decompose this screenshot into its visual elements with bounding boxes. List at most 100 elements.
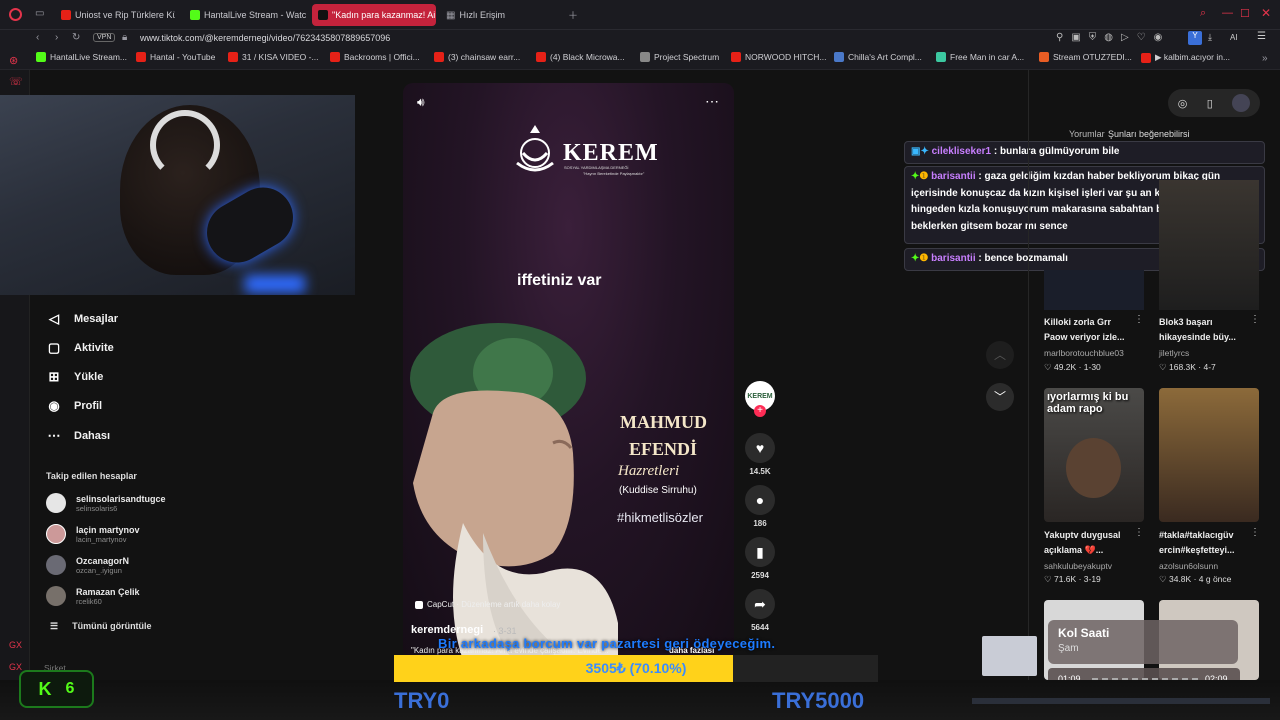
followed-account[interactable]: laçin martynov lacin_martynov — [46, 524, 140, 544]
column-divider — [1028, 70, 1029, 720]
card-author[interactable]: sahkulubeyakuptv — [1044, 561, 1112, 571]
search-icon[interactable]: ⌕ — [1200, 7, 1206, 20]
like-button[interactable]: ♥ 14.5K — [745, 433, 775, 476]
opera-logo-icon[interactable] — [9, 8, 22, 21]
hashtag-text: #hikmetlisözler — [617, 510, 703, 525]
bookmark-item[interactable]: Backrooms | Offici... — [330, 52, 420, 62]
bookmark-item[interactable]: 31 / KISA VIDEO -... — [228, 52, 319, 62]
device-icon[interactable]: ▯ — [1207, 97, 1213, 110]
compass-icon[interactable]: ◎ — [1178, 97, 1188, 110]
capcut-label[interactable]: CapCut · Düzenleme artık daha kolay — [415, 600, 560, 609]
card-more-icon[interactable]: ⋮ — [1134, 314, 1144, 325]
minimize-icon[interactable]: — — [1222, 7, 1233, 19]
chat-message: ▣✦ cilekliseker1 : bunlara gülmüyorum bi… — [904, 141, 1265, 164]
profile-avatar-icon: ◉ — [48, 398, 60, 413]
bookmark-item[interactable]: Project Spectrum — [640, 52, 719, 62]
followed-account[interactable]: Ramazan Çelik rcelik60 — [46, 586, 140, 606]
bookmark-item[interactable]: (3) chainsaw earr... — [434, 52, 520, 62]
card-author[interactable]: azolsun6olsunn — [1159, 561, 1218, 571]
donation-max: TRY5000 — [772, 688, 865, 713]
followed-account[interactable]: selinsolarisandtugce selinsolaris6 — [46, 493, 166, 513]
bookmark-item[interactable]: ▶ kalbim.acıyor in... — [1141, 52, 1230, 63]
avatar[interactable] — [1232, 94, 1251, 112]
bookmark-item[interactable]: Free Man in car A... — [936, 52, 1024, 62]
title-script: Hazretleri — [618, 463, 680, 479]
donation-progress-bar: 3505₺ (70.10%) — [394, 655, 878, 682]
card-title[interactable]: #takla#taklacıgüv ercin#keşfetteyi... — [1159, 528, 1255, 558]
bookmark-item[interactable]: NORWOOD HITCH... — [731, 52, 827, 62]
more-options-icon[interactable]: ⋯ — [705, 93, 719, 110]
page-icon — [640, 52, 650, 62]
nav-aktivite[interactable]: ▢ Aktivite — [46, 340, 114, 356]
nav-yukle[interactable]: ⊞ Yükle — [46, 369, 104, 385]
profile-icon[interactable]: Y — [1188, 31, 1202, 45]
nav-profil[interactable]: ◉ Profil — [46, 398, 102, 414]
author-avatar-button[interactable]: KEREM + — [745, 381, 775, 417]
close-icon[interactable]: ✕ — [1261, 6, 1271, 20]
back-icon[interactable]: ‹ — [36, 32, 39, 43]
video-thumbnail[interactable]: ıyorlarmış ki bu adam rapo — [1044, 388, 1144, 522]
bookmark-item[interactable]: Stream OTUZ7EDI... — [1039, 52, 1132, 62]
previous-video-button[interactable]: ︿ — [986, 341, 1014, 369]
logo-tagline: "Hayrın Bereketinde Paylaşmaktır" — [583, 171, 645, 176]
comment-button[interactable]: ● 186 — [745, 485, 775, 528]
card-more-icon[interactable]: ⋮ — [1134, 527, 1144, 538]
more-bookmarks-icon[interactable]: » — [1262, 53, 1268, 64]
tab-yorumlar[interactable]: Yorumlar — [1069, 129, 1105, 139]
tab-overview-icon[interactable]: ▭ — [35, 8, 44, 19]
share-button[interactable]: ➦ 5644 — [745, 589, 775, 632]
video-thumbnail[interactable] — [1159, 388, 1259, 522]
followed-account[interactable]: OzcanagorN ozcan_.iyigun — [46, 555, 129, 575]
bookmark-item[interactable]: (4) Black Microwa... — [536, 52, 625, 62]
vpn-badge[interactable]: VPN — [93, 33, 116, 42]
maximize-icon[interactable]: ☐ — [1240, 7, 1250, 20]
card-title[interactable]: Killoki zorla Grr Paow veriyor izle... — [1044, 315, 1134, 345]
follow-plus-icon[interactable]: + — [754, 405, 766, 417]
video-thumbnail[interactable] — [1044, 270, 1144, 310]
next-video-button[interactable]: ﹀ — [986, 383, 1014, 411]
bookmark-item[interactable]: Chilla's Art Compl... — [834, 52, 922, 62]
url-input[interactable]: www.tiktok.com/@keremdernegi/video/76234… — [140, 33, 390, 43]
see-all-link[interactable]: ☰ Tümünü görüntüle — [50, 621, 152, 632]
card-title[interactable]: Blok3 başarı hikayesinde büy... — [1159, 315, 1249, 345]
reload-icon[interactable]: ↻ — [72, 32, 80, 43]
new-tab-button[interactable]: ＋ — [568, 7, 578, 22]
gx-icon[interactable]: GX — [9, 662, 22, 672]
forward-icon[interactable]: › — [55, 32, 58, 43]
bookmark-item[interactable]: HantalLive Stream... — [36, 52, 127, 62]
bookmark-button[interactable]: ▮ 2594 — [745, 537, 775, 580]
nav-dahasi[interactable]: ⋯ Dahası — [46, 428, 111, 444]
extension-icons[interactable]: ⚲▣⛨◍▷♡◉ — [1056, 32, 1170, 43]
download-icon[interactable]: ⤓ — [1208, 32, 1212, 43]
ai-icon[interactable]: AI — [1230, 33, 1238, 42]
nav-mesajlar[interactable]: ◁ Mesajlar — [46, 311, 118, 327]
messenger-icon[interactable]: ☏ — [9, 75, 23, 88]
volume-icon[interactable]: 🔊︎ — [417, 95, 425, 110]
top-right-toolbar[interactable]: ◎ ▯ — [1168, 89, 1260, 117]
kick-logo-icon: K — [38, 678, 52, 699]
address-bar: ‹ › ↻ VPN 🔒︎ www.tiktok.com/@keremderneg… — [0, 30, 1280, 48]
card-title[interactable]: Yakuptv duygusal açıklama 💔... — [1044, 528, 1140, 558]
name-line2: EFENDİ — [629, 439, 698, 459]
card-author[interactable]: jiletlyrcs — [1159, 348, 1189, 358]
menu-icon[interactable]: ☰ — [1257, 31, 1266, 42]
gx-icon[interactable]: GX — [9, 640, 22, 650]
tab-hantallive[interactable]: HantalLive Stream - Watc — [184, 4, 306, 26]
card-more-icon[interactable]: ⋮ — [1250, 314, 1260, 325]
video-player[interactable]: 🔊︎ ⋯ KEREM SOSYAL YARDIMLAŞMA DERNEĞİ "H… — [403, 83, 734, 660]
bookmark-item[interactable]: Hantal - YouTube — [136, 52, 215, 62]
card-author[interactable]: marlborotouchblue03 — [1044, 348, 1124, 358]
rgb-glow — [245, 275, 305, 293]
steam-icon — [834, 52, 844, 62]
opera-home-icon[interactable]: ⊛ — [9, 54, 18, 67]
donation-progress-text: 3505₺ (70.10%) — [585, 660, 687, 676]
card-more-icon[interactable]: ⋮ — [1250, 527, 1260, 538]
tab-uniost[interactable]: Uniost ve Rip Türklere Kü — [55, 4, 175, 26]
tab-hizli-erisim[interactable]: ▦ Hızlı Erişim — [440, 4, 550, 26]
video-thumbnail[interactable] — [1159, 180, 1259, 310]
tab-tiktok-active[interactable]: "Kadın para kazanmaz! Ai — [312, 4, 436, 26]
kick-favicon-icon — [190, 10, 200, 20]
video-author[interactable]: keremdernegi — [411, 624, 483, 636]
tab-suggestions[interactable]: Şunları beğenebilirsi — [1108, 129, 1190, 139]
badge-icon: ▣✦ — [911, 146, 932, 157]
